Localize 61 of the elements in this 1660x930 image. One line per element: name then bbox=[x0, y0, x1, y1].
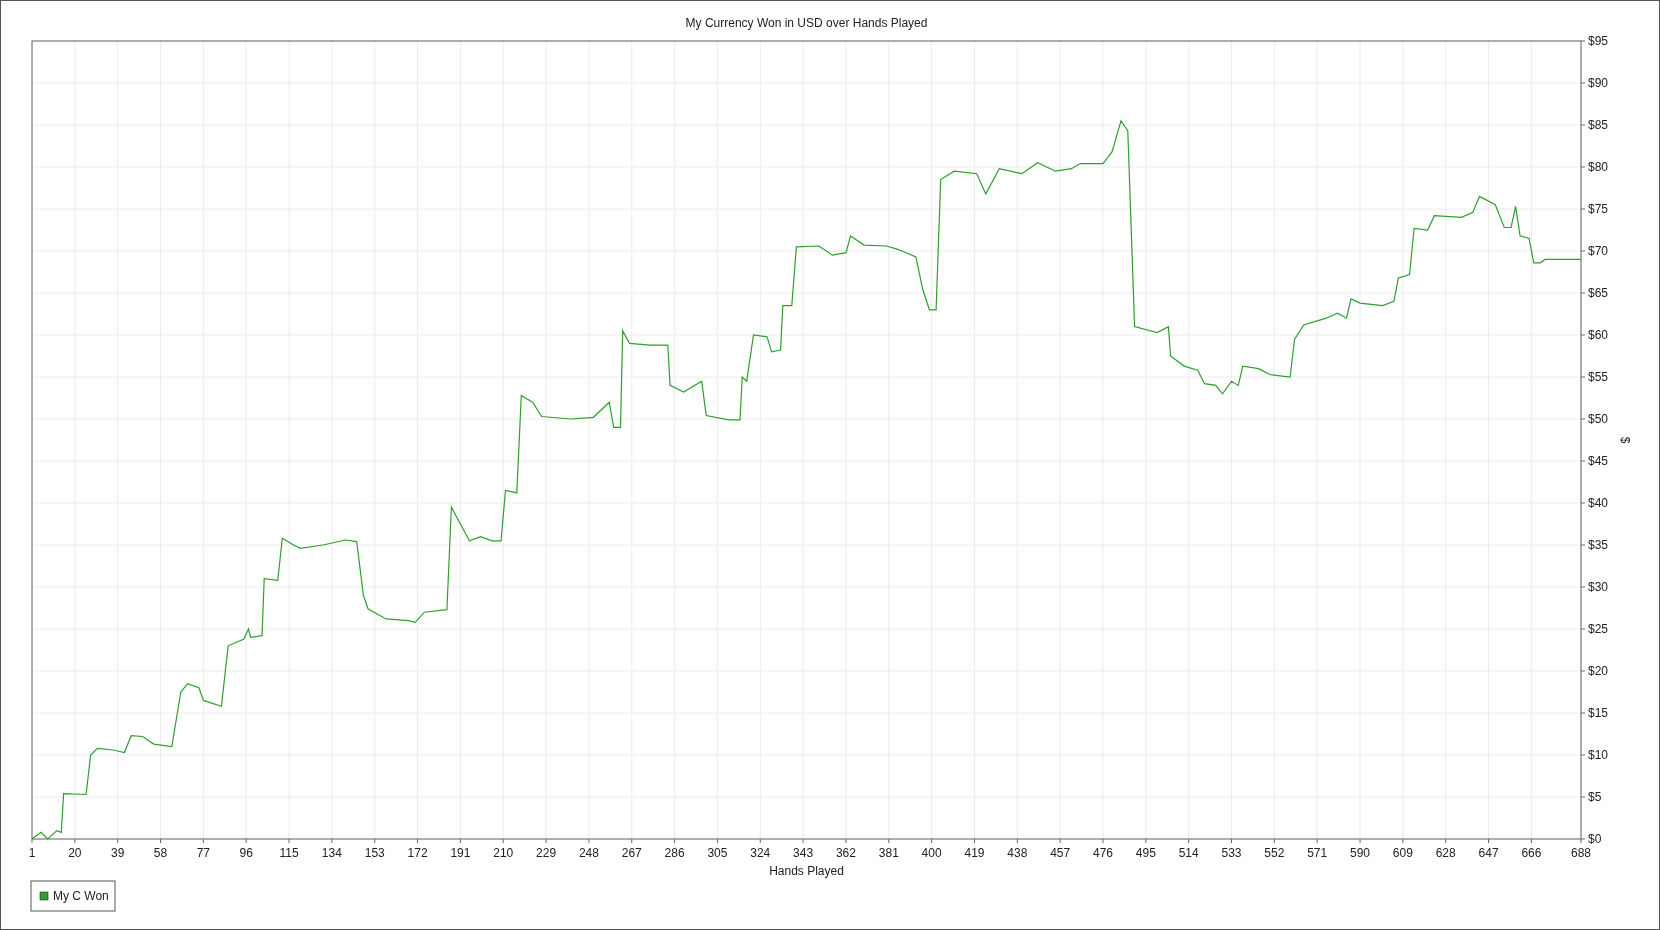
x-tick-label: 381 bbox=[878, 846, 899, 860]
x-tick-label: 628 bbox=[1435, 846, 1456, 860]
x-tick-label: 191 bbox=[450, 846, 471, 860]
y-tick-label: $95 bbox=[1588, 34, 1609, 48]
y-tick-label: $35 bbox=[1588, 538, 1609, 552]
y-tick-label: $75 bbox=[1588, 202, 1609, 216]
y-tick-label: $50 bbox=[1588, 412, 1609, 426]
y-tick-label: $15 bbox=[1588, 706, 1609, 720]
x-tick-label: 688 bbox=[1571, 846, 1591, 860]
y-tick-label: $10 bbox=[1588, 748, 1609, 762]
x-tick-label: 514 bbox=[1178, 846, 1199, 860]
y-tick-label: $85 bbox=[1588, 118, 1609, 132]
y-tick-label: $30 bbox=[1588, 580, 1609, 594]
y-tick-label: $60 bbox=[1588, 328, 1609, 342]
x-tick-label: 39 bbox=[111, 846, 125, 860]
x-tick-label: 20 bbox=[68, 846, 82, 860]
y-tick-label: $90 bbox=[1588, 76, 1609, 90]
x-tick-label: 248 bbox=[578, 846, 599, 860]
x-tick-label: 286 bbox=[664, 846, 685, 860]
y-tick-label: $70 bbox=[1588, 244, 1609, 258]
x-tick-label: 571 bbox=[1307, 846, 1328, 860]
x-tick-label: 647 bbox=[1478, 846, 1499, 860]
y-tick-label: $25 bbox=[1588, 622, 1609, 636]
y-axis-label: $ bbox=[1618, 436, 1632, 444]
x-tick-label: 666 bbox=[1521, 846, 1542, 860]
y-tick-label: $20 bbox=[1588, 664, 1609, 678]
x-tick-label: 457 bbox=[1050, 846, 1071, 860]
x-tick-label: 96 bbox=[239, 846, 253, 860]
y-tick-label: $5 bbox=[1588, 790, 1602, 804]
x-tick-label: 495 bbox=[1135, 846, 1156, 860]
x-tick-label: 362 bbox=[835, 846, 856, 860]
x-tick-label: 1 bbox=[28, 846, 36, 860]
x-tick-label: 533 bbox=[1221, 846, 1242, 860]
x-tick-label: 419 bbox=[964, 846, 985, 860]
x-tick-label: 134 bbox=[321, 846, 342, 860]
x-tick-label: 343 bbox=[793, 846, 814, 860]
x-tick-label: 438 bbox=[1007, 846, 1028, 860]
x-tick-label: 77 bbox=[196, 846, 211, 860]
x-tick-label: 210 bbox=[493, 846, 514, 860]
y-tick-label: $40 bbox=[1588, 496, 1609, 510]
x-tick-label: 305 bbox=[707, 846, 728, 860]
x-tick-label: 115 bbox=[279, 846, 299, 860]
x-tick-label: 552 bbox=[1264, 846, 1285, 860]
y-tick-label: $65 bbox=[1588, 286, 1609, 300]
x-tick-label: 609 bbox=[1392, 846, 1413, 860]
y-tick-label: $45 bbox=[1588, 454, 1609, 468]
y-tick-label: $0 bbox=[1588, 832, 1602, 846]
x-tick-label: 153 bbox=[364, 846, 385, 860]
chart-title: My Currency Won in USD over Hands Played bbox=[685, 16, 928, 30]
legend-label: My C Won bbox=[53, 889, 109, 903]
x-tick-label: 590 bbox=[1350, 846, 1371, 860]
x-tick-label: 324 bbox=[750, 846, 771, 860]
x-tick-label: 400 bbox=[921, 846, 942, 860]
y-tick-label: $55 bbox=[1588, 370, 1609, 384]
x-tick-label: 172 bbox=[407, 846, 428, 860]
x-tick-label: 267 bbox=[621, 846, 642, 860]
x-tick-label: 58 bbox=[153, 846, 168, 860]
x-tick-label: 476 bbox=[1093, 846, 1113, 860]
x-axis-label: Hands Played bbox=[769, 864, 844, 878]
x-tick-label: 229 bbox=[536, 846, 557, 860]
y-tick-label: $80 bbox=[1588, 160, 1609, 174]
